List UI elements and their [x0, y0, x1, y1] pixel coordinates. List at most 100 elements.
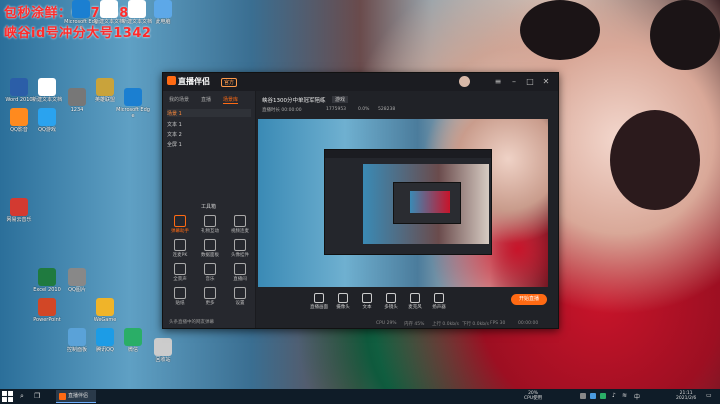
tool-item[interactable]: 更多: [197, 287, 223, 306]
tool-label: 全景声: [173, 277, 187, 282]
tool-icon: [234, 215, 246, 227]
source-item[interactable]: 文本 1: [167, 121, 182, 128]
tool-item[interactable]: 礼物互动: [197, 215, 223, 234]
desktop-icon[interactable]: Microsoft Edge: [116, 88, 150, 119]
tool-item[interactable]: 头像挂件: [227, 239, 253, 258]
app-icon: [154, 0, 172, 18]
status-item: 内存 45%: [404, 322, 425, 327]
clock[interactable]: 21:11 2021/2/6: [676, 391, 696, 401]
tool-item[interactable]: 数据面板: [197, 239, 223, 258]
network-icon[interactable]: ≋: [622, 392, 627, 399]
desktop-icon[interactable]: QQ图片: [60, 268, 94, 293]
tool-label: 直播间: [233, 277, 247, 282]
task-view-icon[interactable]: ❐: [34, 392, 40, 400]
tray-icon[interactable]: [580, 393, 586, 399]
status-item: 下行 0.0kb/s: [462, 322, 489, 327]
notification-icon[interactable]: ▭: [706, 392, 712, 399]
tool-item[interactable]: 连麦PK: [167, 239, 193, 258]
desktop-icon[interactable]: PowerPoint: [30, 298, 64, 323]
app-icon: [72, 0, 90, 18]
desktop-icon-label: 网易云音乐: [6, 217, 32, 223]
stream-title[interactable]: 峡谷1300分中单冠军陪练: [262, 96, 326, 104]
desktop-icon-label: WeGame: [93, 317, 117, 323]
app-icon: [154, 338, 172, 356]
tool-icon: [174, 239, 186, 251]
desktop-icon-label: 新建文本文档: [31, 97, 62, 103]
maximize-icon[interactable]: □: [525, 77, 535, 86]
desktop-icon[interactable]: 网易云音乐: [2, 198, 36, 223]
tool-icon: [204, 287, 216, 299]
desktop-icon-label: 1234: [70, 107, 84, 113]
control-button[interactable]: 麦克风: [404, 293, 426, 310]
volume-icon[interactable]: ♪: [612, 392, 616, 399]
app-logo-icon: [167, 76, 176, 85]
stat-viewers: 1775953: [326, 107, 347, 112]
close-icon[interactable]: ✕: [541, 77, 551, 86]
tab-scene-library[interactable]: 场景库: [223, 96, 239, 104]
desktop-icon-label: 此电脑: [155, 19, 171, 25]
desktop-icon-label: QQ游戏: [38, 127, 56, 133]
tool-item[interactable]: 贴纸: [167, 287, 193, 306]
tray-icon[interactable]: [590, 393, 596, 399]
windows-start-icon[interactable]: [2, 391, 13, 402]
tool-item[interactable]: 视频连麦: [227, 215, 253, 234]
desktop-icon-label: 回收站: [155, 357, 171, 363]
tab-my-scenes[interactable]: 我的场景: [169, 96, 189, 103]
app-icon: [124, 88, 142, 106]
tool-icon: [204, 215, 216, 227]
source-item[interactable]: 全屏 1: [167, 141, 182, 148]
tool-icon: [174, 287, 186, 299]
tool-item[interactable]: 直播间: [227, 263, 253, 282]
desktop-icon[interactable]: 此电脑: [146, 0, 180, 25]
scene-item[interactable]: 场景 1: [167, 110, 182, 117]
category-tag[interactable]: 游戏: [332, 96, 349, 103]
cpu-label: CPU使用: [524, 396, 543, 401]
tool-item[interactable]: 音乐: [197, 263, 223, 282]
tool-icon: [234, 263, 246, 275]
input-language[interactable]: 中: [634, 392, 640, 401]
clock-date: 2021/2/6: [676, 396, 697, 401]
desktop-icon[interactable]: 微信: [116, 328, 150, 353]
search-icon[interactable]: ⌕: [20, 392, 24, 401]
control-button[interactable]: 文本: [356, 293, 378, 310]
control-button[interactable]: 摄像头: [332, 293, 354, 310]
cpu-usage[interactable]: 20% CPU使用: [524, 391, 542, 401]
desktop-icon-label: Microsoft Edge: [116, 107, 150, 119]
control-icon: [386, 293, 396, 303]
stream-preview[interactable]: [258, 119, 548, 287]
app-name: 直播伴侣: [178, 77, 210, 86]
desktop-icon[interactable]: 新建文本文档: [30, 78, 64, 103]
status-item: FPS 30: [490, 321, 506, 326]
source-item[interactable]: 文本 2: [167, 131, 182, 138]
tool-label: 更多: [205, 301, 215, 306]
tab-live[interactable]: 直播: [201, 96, 211, 103]
desktop-icon[interactable]: QQ游戏: [30, 108, 64, 133]
control-button[interactable]: 扬声器: [428, 293, 450, 310]
desktop-icon[interactable]: 控制面板: [60, 328, 94, 353]
control-icon: [362, 293, 372, 303]
wallpaper-shape: [610, 110, 700, 210]
tool-label: 设置: [235, 301, 245, 306]
app-icon: [68, 328, 86, 346]
tool-item[interactable]: 弹幕助手: [167, 215, 193, 234]
desktop-icon[interactable]: 回收站: [146, 338, 180, 363]
desktop-icon[interactable]: Excel 2010: [30, 268, 64, 293]
start-live-button[interactable]: 开始直播: [511, 294, 547, 305]
menu-icon[interactable]: ≡: [493, 77, 503, 86]
nested-window-2: [393, 182, 461, 224]
control-icon: [410, 293, 420, 303]
main-panel: 峡谷1300分中单冠军陪练 游戏 直播时长 00:00:00 1775953 0…: [256, 91, 558, 328]
app-icon: [10, 198, 28, 216]
control-button[interactable]: 多镜头: [380, 293, 402, 310]
avatar[interactable]: [459, 76, 470, 87]
tray-icon[interactable]: [600, 393, 606, 399]
tool-item[interactable]: 全景声: [167, 263, 193, 282]
tool-item[interactable]: 设置: [227, 287, 253, 306]
control-button[interactable]: 直播画面: [308, 293, 330, 310]
minimize-icon[interactable]: –: [509, 77, 519, 86]
control-label: 扬声器: [432, 305, 446, 310]
taskbar-app-live-studio[interactable]: 直播伴侣: [56, 390, 96, 403]
left-panel: 我的场景 直播 场景库 场景 1 文本 1 文本 2 全屏 1 工具箱 弹幕助手…: [163, 91, 256, 328]
app-icon: [100, 0, 118, 18]
desktop-icon[interactable]: WeGame: [88, 298, 122, 323]
